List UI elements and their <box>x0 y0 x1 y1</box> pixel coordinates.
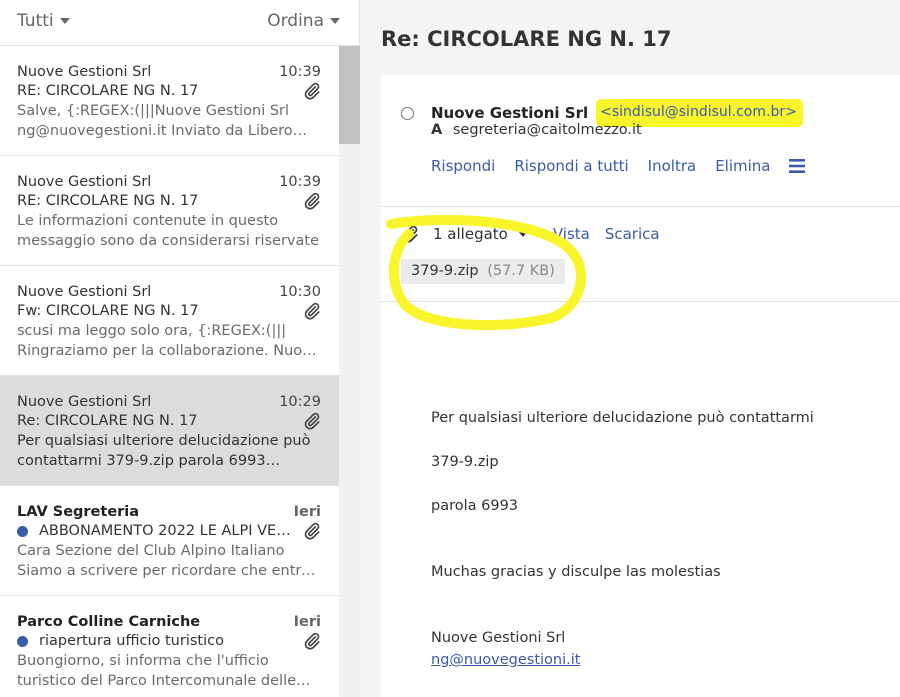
message-row[interactable]: Parco Colline Carniche Ieri riapertura u… <box>0 596 339 697</box>
recipient-row: A segreteria@caitolmezzo.it <box>431 122 642 138</box>
scrollbar-thumb[interactable] <box>339 46 360 144</box>
message-subject: Fw: CIRCOLARE NG N. 17 <box>17 302 297 321</box>
sender-name[interactable]: Nuove Gestioni Srl <box>431 104 588 122</box>
hamburger-menu-icon[interactable] <box>789 159 806 173</box>
message-subject: riapertura ufficio turistico <box>17 632 297 651</box>
paperclip-icon <box>304 192 320 210</box>
message-subject: RE: CIRCOLARE NG N. 17 <box>17 192 297 211</box>
list-header: Tutti Ordina <box>0 0 359 46</box>
download-attachment-button[interactable]: Scarica <box>605 225 660 243</box>
message-preview: Cara Sezione del Club Alpino Italiano Si… <box>17 543 310 579</box>
message-sender: Nuove Gestioni Srl <box>17 284 152 300</box>
message-preview: scusi ma leggo solo ora, {:REGEX:(||| Ri… <box>17 323 320 359</box>
message-preview: Per qualsiasi ulteriore delucidazione pu… <box>17 433 311 469</box>
paperclip-icon <box>304 302 320 320</box>
message-actions: Rispondi Rispondi a tutti Inoltra Elimin… <box>431 157 806 175</box>
list-scrollbar[interactable] <box>339 46 360 697</box>
reply-all-button[interactable]: Rispondi a tutti <box>514 157 628 175</box>
message-title: Re: CIRCOLARE NG N. 17 <box>381 27 672 51</box>
caret-down-icon <box>517 231 528 237</box>
filter-dropdown[interactable]: Tutti <box>17 11 70 31</box>
body-line: 379-9.zip <box>431 454 499 470</box>
message-subject-text: Re: CIRCOLARE NG N. 17 <box>17 413 198 429</box>
forward-button[interactable]: Inoltra <box>648 157 697 175</box>
reading-pane: Re: CIRCOLARE NG N. 17 Nuove Gestioni Sr… <box>360 0 900 697</box>
message-row[interactable]: LAV Segreteria Ieri ABBONAMENTO 2022 LE … <box>0 486 339 596</box>
reply-button[interactable]: Rispondi <box>431 157 495 175</box>
message-list-pane: Tutti Ordina Nuove Gestioni Srl 10:39 RE… <box>0 0 360 697</box>
paperclip-icon <box>304 412 320 430</box>
unread-dot-icon <box>17 526 28 537</box>
body-line: parola 6993 <box>431 498 519 514</box>
caret-down-icon <box>330 18 340 24</box>
attachments-toolbar: 1 allegato Vista Scarica <box>401 225 660 243</box>
message-subject: Re: CIRCOLARE NG N. 17 <box>17 412 297 431</box>
message-sender: Parco Colline Carniche <box>17 614 201 630</box>
paperclip-icon <box>402 225 418 243</box>
recipient-address[interactable]: segreteria@caitolmezzo.it <box>453 122 642 138</box>
message-card: Nuove Gestioni Srl <sindisul@sindisul.co… <box>381 75 900 697</box>
message-row-selected[interactable]: Nuove Gestioni Srl 10:29 Re: CIRCOLARE N… <box>0 376 339 486</box>
attachment-file-size: (57.7 KB) <box>487 263 555 279</box>
message-row[interactable]: Nuove Gestioni Srl 10:39 RE: CIRCOLARE N… <box>0 156 339 266</box>
message-subject-text: ABBONAMENTO 2022 LE ALPI VENETE <box>39 523 297 539</box>
message-row[interactable]: Nuove Gestioni Srl 10:30 Fw: CIRCOLARE N… <box>0 266 339 376</box>
message-time: 10:39 <box>279 64 321 80</box>
sort-label: Ordina <box>267 11 324 31</box>
paperclip-icon <box>304 522 320 540</box>
sort-dropdown[interactable]: Ordina <box>267 11 340 31</box>
message-preview: Salve, {:REGEX:(|||Nuove Gestioni Srl ng… <box>17 103 293 139</box>
message-time: Ieri <box>293 504 321 520</box>
filter-label: Tutti <box>17 11 54 31</box>
message-subject: ABBONAMENTO 2022 LE ALPI VENETE <box>17 522 297 541</box>
attachments-section: 1 allegato Vista Scarica 379-9.zip (57.7… <box>381 206 900 302</box>
message-sender: LAV Segreteria <box>17 504 140 520</box>
signature-email-link[interactable]: ng@nuovegestioni.it <box>431 652 580 668</box>
unread-dot-icon <box>17 636 28 647</box>
message-subject-text: Fw: CIRCOLARE NG N. 17 <box>17 303 199 319</box>
message-time: Ieri <box>293 614 321 630</box>
attachment-chip[interactable]: 379-9.zip (57.7 KB) <box>401 259 565 284</box>
message-subject: RE: CIRCOLARE NG N. 17 <box>17 82 297 101</box>
message-time: 10:29 <box>279 394 321 410</box>
attachment-count-dropdown[interactable]: 1 allegato <box>433 225 528 243</box>
body-line: Per qualsiasi ulteriore delucidazione pu… <box>431 410 814 426</box>
message-subject-text: RE: CIRCOLARE NG N. 17 <box>17 193 199 209</box>
message-preview: Buongiorno, si informa che l'ufficio tur… <box>17 653 297 689</box>
message-sender: Nuove Gestioni Srl <box>17 394 152 410</box>
message-time: 10:30 <box>279 284 321 300</box>
recipient-label: A <box>431 122 443 138</box>
message-time: 10:39 <box>279 174 321 190</box>
message-preview: Le informazioni contenute in questo mess… <box>17 213 319 249</box>
caret-down-icon <box>59 18 70 24</box>
message-list: Nuove Gestioni Srl 10:39 RE: CIRCOLARE N… <box>0 46 339 697</box>
paperclip-icon <box>304 632 320 650</box>
message-subject-text: RE: CIRCOLARE NG N. 17 <box>17 83 199 99</box>
message-sender: Nuove Gestioni Srl <box>17 174 152 190</box>
attachment-file-name: 379-9.zip <box>411 263 479 279</box>
signature-name: Nuove Gestioni Srl <box>431 630 566 646</box>
paperclip-icon <box>304 82 320 100</box>
attachment-count-label: 1 allegato <box>433 225 508 243</box>
message-sender: Nuove Gestioni Srl <box>17 64 152 80</box>
message-subject-text: riapertura ufficio turistico <box>39 633 224 649</box>
message-row[interactable]: Nuove Gestioni Srl 10:39 RE: CIRCOLARE N… <box>0 46 339 156</box>
view-attachment-button[interactable]: Vista <box>553 225 590 243</box>
delete-button[interactable]: Elimina <box>715 157 770 175</box>
radio-circle-icon[interactable] <box>401 106 414 120</box>
body-line: Muchas gracias y disculpe las molestias <box>431 564 721 580</box>
